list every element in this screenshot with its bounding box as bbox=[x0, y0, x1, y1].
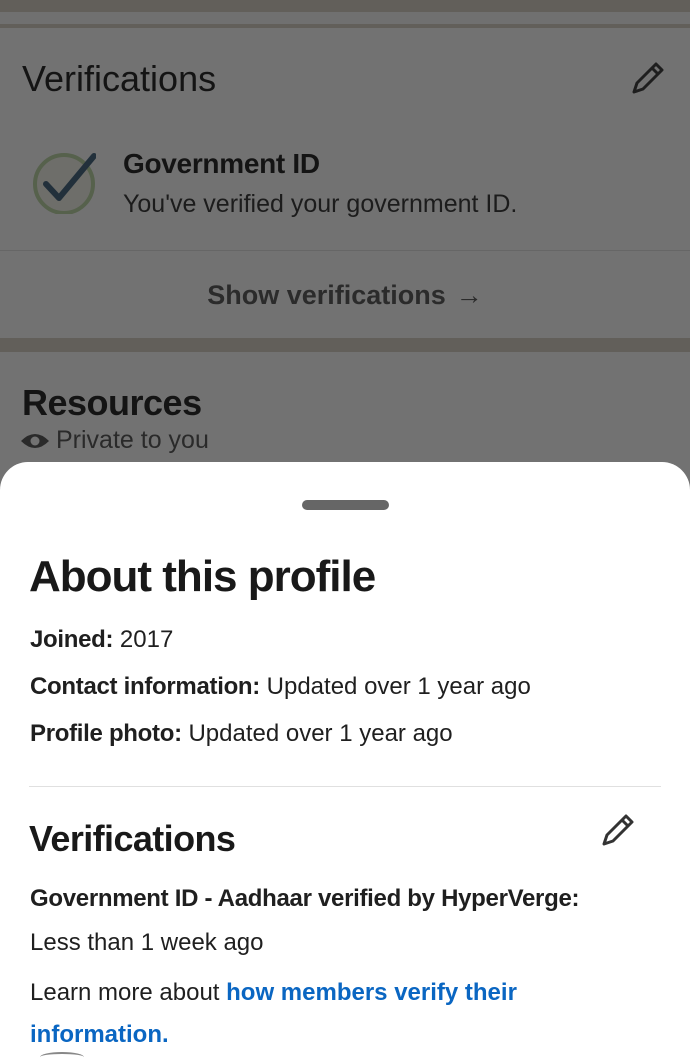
learn-more-prefix: Learn more about bbox=[30, 979, 220, 1006]
joined-value: 2017 bbox=[119, 626, 174, 653]
government-verification-source: Government ID - Aadhaar verified by Hype… bbox=[30, 885, 580, 912]
contact-info-row: Contact information: Updated over 1 year… bbox=[30, 673, 531, 701]
verifications-heading: Verifications bbox=[22, 58, 217, 99]
resources-heading: Resources bbox=[22, 382, 202, 423]
section-divider bbox=[0, 0, 690, 12]
government-verification-time: Less than 1 week ago bbox=[30, 929, 264, 956]
check-circle-icon bbox=[32, 150, 97, 215]
profile-photo-value: Updated over 1 year ago bbox=[188, 720, 453, 747]
pencil-icon[interactable] bbox=[628, 58, 668, 98]
drag-handle[interactable] bbox=[302, 500, 389, 510]
row-divider bbox=[0, 250, 690, 251]
sheet-verifications-heading: Verifications bbox=[29, 818, 236, 859]
joined-row: Joined: 2017 bbox=[30, 626, 173, 654]
private-label: Private to you bbox=[56, 426, 209, 454]
government-id-title: Government ID bbox=[123, 148, 320, 179]
eye-icon bbox=[21, 433, 49, 448]
contact-info-value: Updated over 1 year ago bbox=[266, 673, 531, 700]
pencil-icon[interactable] bbox=[598, 810, 638, 850]
government-id-row: Government ID You've verified your gover… bbox=[32, 124, 672, 224]
show-verifications-link[interactable]: Show verifications → bbox=[0, 280, 690, 311]
show-verifications-label: Show verifications bbox=[207, 280, 446, 310]
arrow-right-icon: → bbox=[455, 280, 483, 310]
sheet-divider bbox=[29, 786, 661, 787]
joined-label: Joined: bbox=[30, 626, 114, 653]
contact-info-label: Contact information: bbox=[30, 673, 260, 700]
learn-more-text: Learn more about how members verify thei… bbox=[30, 972, 650, 1056]
profile-photo-label: Profile photo: bbox=[30, 720, 182, 747]
about-profile-sheet: About this profile Joined: 2017 Contact … bbox=[0, 462, 690, 1057]
section-divider bbox=[0, 338, 690, 352]
profile-photo-row: Profile photo: Updated over 1 year ago bbox=[30, 720, 453, 748]
partial-icon bbox=[40, 1052, 84, 1057]
private-indicator: Private to you bbox=[20, 426, 209, 455]
card-edge bbox=[0, 12, 690, 24]
verifications-card: Verifications Government ID You've verif… bbox=[0, 28, 690, 338]
government-id-subtitle: You've verified your government ID. bbox=[123, 190, 518, 218]
sheet-title: About this profile bbox=[29, 552, 376, 601]
